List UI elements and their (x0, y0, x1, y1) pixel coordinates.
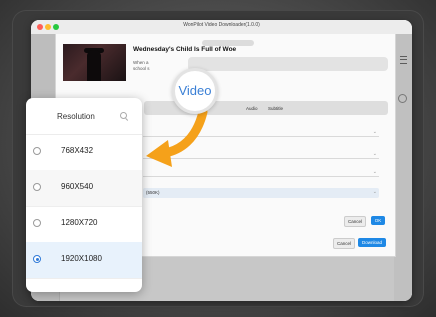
chevron-down-icon: ⌄ (372, 151, 377, 157)
resolution-option-label: 768X432 (61, 146, 94, 155)
thumbnail-figure (87, 50, 101, 81)
resolution-option[interactable]: 960X540 (26, 170, 142, 207)
search-icon[interactable] (120, 112, 127, 119)
resolution-header-label: Resolution (57, 112, 95, 121)
tab-audio[interactable]: Audio (246, 106, 258, 111)
dialog-cancel-button[interactable]: Cancel (344, 216, 366, 227)
download-button[interactable]: Download (358, 238, 386, 247)
video-title: Wednesday's Child Is Full of Woe (133, 46, 237, 53)
cancel-button[interactable]: Cancel (333, 238, 355, 249)
radio-button[interactable] (33, 147, 41, 155)
resolution-panel-header: Resolution (26, 98, 142, 135)
video-description-line: school s (133, 66, 150, 71)
option-field[interactable]: ⌄ (143, 128, 379, 137)
resolution-option[interactable]: 768X432 (26, 134, 142, 171)
radio-button-selected[interactable] (33, 255, 41, 263)
resolution-option[interactable]: 1280X720 (26, 206, 142, 243)
title-bar: WonPilot Video Downloader(1.0.0) (31, 20, 412, 35)
resolution-select-value: (550K) (146, 190, 160, 195)
video-description-line: When a (133, 60, 149, 65)
tab-subtitle[interactable]: Subtitle (268, 106, 283, 111)
chevron-down-icon: ⌄ (372, 169, 377, 175)
video-thumbnail (63, 44, 126, 81)
resolution-select[interactable]: (550K) ⌄ (143, 188, 379, 198)
resolution-option-label: 960X540 (61, 182, 94, 191)
option-field[interactable]: ⌄ (143, 168, 379, 177)
radio-button[interactable] (33, 183, 41, 191)
resolution-option-label: 1280X720 (61, 218, 98, 227)
window-title: WonPilot Video Downloader(1.0.0) (183, 22, 260, 28)
video-callout-bubble: Video (172, 68, 218, 114)
resolution-option-selected[interactable]: 1920X1080 (26, 242, 142, 279)
chevron-down-icon: ⌄ (372, 189, 377, 195)
chevron-down-icon: ⌄ (372, 129, 377, 135)
dialog-ok-button[interactable]: OK (371, 216, 385, 225)
description-box (188, 57, 388, 71)
option-field[interactable]: ⌄ (143, 150, 379, 159)
resolution-panel: Resolution 768X432 960X540 1280X720 1920… (26, 98, 142, 292)
radio-button[interactable] (33, 219, 41, 227)
resolution-option-label: 1920X1080 (61, 254, 102, 263)
